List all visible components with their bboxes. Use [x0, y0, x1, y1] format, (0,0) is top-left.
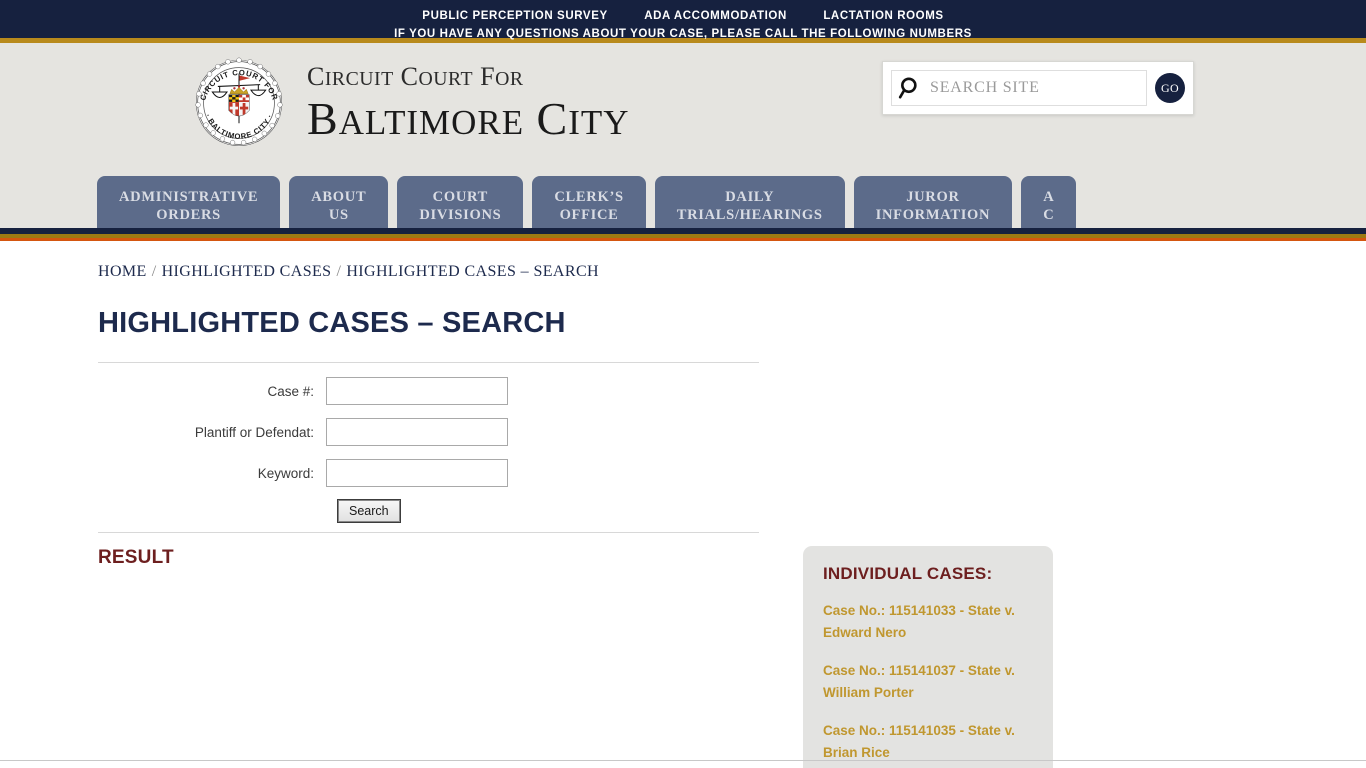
nav-tab-juror-information[interactable]: JUROR INFORMATION — [853, 176, 1013, 228]
nav-tab-line-2: OFFICE — [559, 207, 619, 224]
result-top-divider — [98, 532, 759, 533]
search-submit-button[interactable]: Search — [337, 499, 401, 523]
result-heading: RESULT — [98, 547, 174, 568]
site-wordmark: CIRCUIT COURT FOR BALTIMORE CITY — [307, 64, 629, 142]
nav-tab-line-1: DAILY — [725, 189, 775, 205]
breadcrumb: HOME / HIGHLIGHTED CASES / HIGHLIGHTED CASES… — [93, 263, 1273, 281]
top-utility-bar: PUBLIC PERCEPTION SURVEY ADA ACCOMMODATI… — [0, 0, 1366, 41]
plaintiff-defendant-input[interactable] — [326, 418, 508, 446]
nav-tab-daily-trials-hearings[interactable]: DAILY TRIALS/HEARINGS — [654, 176, 845, 228]
search-go-button[interactable]: GO — [1155, 73, 1185, 103]
form-row-plaintiff-defendant: Plantiff or Defendat: — [98, 418, 762, 446]
breadcrumb-item-current: HIGHLIGHTED CASES – SEARCH — [346, 263, 599, 280]
case-search-form: Case #: Plantiff or Defendat: Keyword: S… — [98, 363, 762, 532]
search-icon — [898, 77, 917, 99]
site-search-box: GO — [882, 61, 1194, 115]
wordmark-line-2: BALTIMORE CITY — [307, 93, 630, 144]
nav-tab-court-divisions[interactable]: COURT DIVISIONS — [397, 176, 524, 228]
nav-tab-line-1: ABOUT — [311, 189, 367, 205]
top-utility-links: PUBLIC PERCEPTION SURVEY ADA ACCOMMODATI… — [93, 7, 1273, 23]
individual-cases-sidebar: INDIVIDUAL CASES: Case No.: 115141033 - … — [803, 546, 1053, 768]
wordmark-line-1: CIRCUIT COURT FOR — [307, 62, 524, 91]
sidebar-case-link-brian-rice[interactable]: Case No.: 115141035 - State v. Brian Ric… — [823, 720, 1033, 763]
site-search-field[interactable] — [891, 70, 1147, 106]
page-content: HOME / HIGHLIGHTED CASES / HIGHLIGHTED CASES… — [93, 241, 1273, 768]
nav-tab-clerks-office[interactable]: CLERK’S OFFICE — [532, 176, 646, 228]
nav-tab-line-2: DIVISIONS — [419, 207, 502, 224]
top-link-ada-accommodation[interactable]: ADA ACCOMMODATION — [644, 10, 787, 23]
site-header: CIRCUIT COURT FOR · BALTIMORE CITY · CIR… — [0, 43, 1366, 173]
nav-tab-line-1: COURT — [432, 189, 489, 205]
nav-tab-about-us[interactable]: ABOUT US — [289, 176, 389, 228]
sidebar-case-link-edward-nero[interactable]: Case No.: 115141033 - State v. Edward Ne… — [823, 600, 1033, 643]
nav-tab-line-2: C — [1043, 207, 1055, 224]
nav-tab-line-2: US — [328, 207, 349, 224]
label-case-number: Case #: — [267, 383, 314, 399]
label-plaintiff-defendant: Plantiff or Defendat: — [194, 424, 314, 440]
breadcrumb-separator: / — [336, 263, 342, 280]
page-title: HIGHLIGHTED CASES – SEARCH — [98, 307, 566, 339]
top-link-lactation-rooms[interactable]: LACTATION ROOMS — [823, 10, 943, 23]
submit-spacer — [98, 500, 326, 522]
top-utility-bar-inner: PUBLIC PERCEPTION SURVEY ADA ACCOMMODATI… — [93, 0, 1273, 41]
label-keyword: Keyword: — [257, 465, 314, 481]
nav-tab-line-1: CLERK’S — [554, 189, 624, 205]
breadcrumb-item-home[interactable]: HOME — [98, 263, 147, 280]
nav-tab-line-1: A — [1043, 189, 1055, 205]
search-input[interactable] — [928, 72, 1146, 104]
main-navigation-tabs: ADMINISTRATIVE ORDERS ABOUT US COURT DIV… — [93, 173, 1273, 228]
breadcrumb-separator: / — [151, 263, 157, 280]
site-brand[interactable]: CIRCUIT COURT FOR · BALTIMORE CITY · CIR… — [193, 57, 629, 149]
site-header-inner: CIRCUIT COURT FOR · BALTIMORE CITY · CIR… — [183, 43, 1194, 173]
case-number-input[interactable] — [326, 377, 508, 405]
top-link-public-perception-survey[interactable]: PUBLIC PERCEPTION SURVEY — [422, 10, 607, 23]
nav-tab-line-2: TRIALS/HEARINGS — [676, 207, 823, 224]
court-seal-icon: CIRCUIT COURT FOR · BALTIMORE CITY · — [195, 57, 283, 147]
form-row-submit: Search — [98, 499, 762, 523]
nav-tab-administrative-orders[interactable]: ADMINISTRATIVE ORDERS — [97, 176, 281, 228]
nav-tab-line-2: INFORMATION — [875, 207, 991, 224]
nav-tab-line-2: ORDERS — [156, 207, 221, 224]
form-row-case-number: Case #: — [98, 377, 762, 405]
sidebar-case-link-william-porter[interactable]: Case No.: 115141037 - State v. William P… — [823, 660, 1033, 703]
nav-tab-line-1: ADMINISTRATIVE — [119, 189, 259, 205]
nav-tab-line-1: JUROR — [906, 189, 960, 205]
sidebar-title: INDIVIDUAL CASES: — [823, 564, 993, 583]
breadcrumb-item-highlighted-cases[interactable]: HIGHLIGHTED CASES — [162, 263, 332, 280]
main-column: Case #: Plantiff or Defendat: Keyword: S… — [98, 362, 762, 569]
nav-tab-truncated[interactable]: A C — [1021, 176, 1077, 228]
footer-divider — [0, 760, 1366, 761]
keyword-input[interactable] — [326, 459, 508, 487]
form-row-keyword: Keyword: — [98, 459, 762, 487]
top-notice-text: IF YOU HAVE ANY QUESTIONS ABOUT YOUR CAS… — [394, 28, 972, 40]
main-navigation: ADMINISTRATIVE ORDERS ABOUT US COURT DIV… — [0, 173, 1366, 228]
